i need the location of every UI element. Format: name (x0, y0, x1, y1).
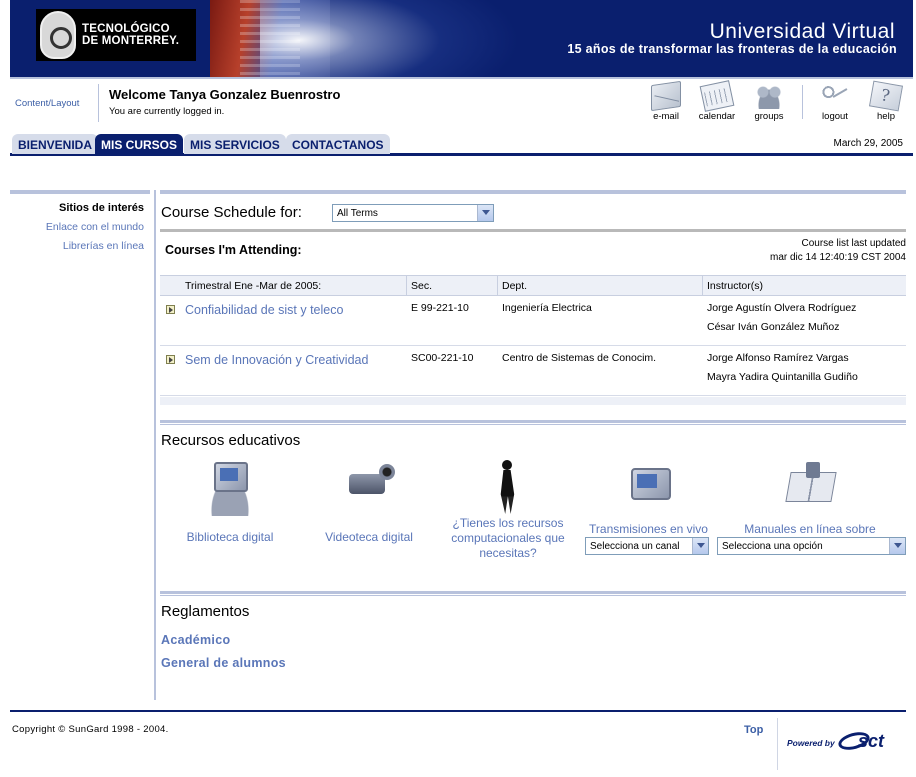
course-link[interactable]: Sem de Innovación y Creatividad (185, 353, 368, 367)
email-button[interactable]: e-mail (644, 80, 688, 122)
tab-bienvenida[interactable]: BIENVENIDA (12, 134, 99, 154)
divider (98, 84, 99, 122)
course-schedule-title: Course Schedule for: (161, 204, 302, 221)
instructor: Mayra Yadira Quintanilla Gudiño (707, 371, 858, 383)
logo-line-2: DE MONTERREY. (82, 35, 180, 47)
channel-select[interactable]: Selecciona un canal (585, 537, 709, 555)
divider (10, 190, 150, 194)
calendar-icon (699, 80, 735, 112)
play-icon[interactable] (166, 305, 175, 314)
instructor: Jorge Agustín Olvera Rodríguez (707, 302, 857, 314)
chevron-down-icon (692, 538, 708, 554)
current-date: March 29, 2005 (833, 138, 904, 149)
site-subtitle: 15 años de transformar las fronteras de … (567, 42, 897, 56)
powered-by: Powered by (787, 738, 835, 748)
table-footer (160, 397, 906, 405)
course-dept: Centro de Sistemas de Conocim. (502, 352, 657, 364)
sct-logo: sct (836, 729, 898, 753)
instructor: César Iván González Muñoz (707, 321, 840, 333)
welcome-message: Welcome Tanya Gonzalez Buenrostro (109, 87, 341, 102)
table-row: Sem de Innovación y Creatividad SC00-221… (160, 346, 906, 396)
divider (777, 718, 778, 770)
logo-line-1: TECNOLÓGICO (82, 23, 170, 35)
col-term: Trimestral Ene -Mar de 2005: (185, 280, 322, 292)
reglamentos-title: Reglamentos (161, 603, 250, 620)
tec-logo: TECNOLÓGICO DE MONTERREY. (36, 9, 196, 61)
course-dept: Ingeniería Electrica (502, 302, 592, 314)
logout-icon (820, 83, 850, 109)
user-bar: Content/Layout Welcome Tanya Gonzalez Bu… (10, 77, 913, 127)
manual-select[interactable]: Selecciona una opción (717, 537, 906, 555)
course-section: SC00-221-10 (411, 352, 474, 364)
col-section: Sec. (411, 280, 433, 292)
content-layout-link[interactable]: Content/Layout (15, 98, 79, 109)
header-banner: TECNOLÓGICO DE MONTERREY. Universidad Vi… (10, 0, 913, 77)
site-title: Universidad Virtual (709, 20, 895, 43)
divider (160, 190, 906, 194)
tv-icon (619, 460, 679, 516)
copyright: Copyright © SunGard 1998 - 2004. (12, 724, 169, 735)
reglamento-academico-link[interactable]: Académico (161, 633, 230, 647)
calendar-button[interactable]: calendar (695, 80, 739, 122)
divider (160, 420, 906, 425)
divider (10, 710, 906, 712)
col-dept: Dept. (502, 280, 528, 292)
divider (160, 591, 906, 596)
main-tabs: BIENVENIDA MIS CURSOS MIS SERVICIOS CONT… (10, 132, 913, 156)
sidebar-heading: Sitios de interés (59, 202, 144, 214)
recursos-title: Recursos educativos (161, 432, 301, 449)
divider (802, 85, 803, 119)
reglamento-alumnos-link[interactable]: General de alumnos (161, 656, 286, 670)
book-icon (780, 460, 840, 516)
email-icon (651, 80, 681, 112)
main-content: Course Schedule for: All Terms Courses I… (160, 190, 906, 670)
courses-attending-title: Courses I'm Attending: (165, 243, 302, 257)
chevron-down-icon (889, 538, 905, 554)
divider (160, 229, 906, 232)
instructor: Jorge Alfonso Ramírez Vargas (707, 352, 849, 364)
computer-icon (200, 460, 260, 516)
help-icon (868, 80, 904, 112)
manuales-label: Manuales en línea sobre (744, 522, 876, 536)
transmisiones-label: Transmisiones en vivo (589, 522, 708, 536)
col-instructors: Instructor(s) (707, 280, 764, 292)
groups-button[interactable]: groups (747, 83, 791, 122)
sidebar-link-enlace[interactable]: Enlace con el mundo (46, 221, 144, 233)
logout-button[interactable]: logout (813, 83, 857, 122)
sidebar: Sitios de interés Enlace con el mundo Li… (10, 190, 156, 700)
last-updated: Course list last updated mar dic 14 12:4… (769, 238, 906, 263)
top-link[interactable]: Top (744, 724, 763, 736)
light-rays (260, 0, 520, 77)
sidebar-link-librerias[interactable]: Librerías en línea (63, 240, 144, 252)
tab-contactanos[interactable]: CONTACTANOS (286, 134, 390, 154)
table-row: Confiabilidad de sist y teleco E 99-221-… (160, 296, 906, 346)
tab-mis-cursos[interactable]: MIS CURSOS (95, 134, 184, 154)
video-camera-icon (339, 460, 399, 516)
course-table-header: Trimestral Ene -Mar de 2005: Sec. Dept. … (160, 275, 906, 296)
play-icon[interactable] (166, 355, 175, 364)
videoteca-digital-link[interactable]: Videoteca digital (304, 460, 434, 545)
course-section: E 99-221-10 (411, 302, 469, 314)
course-link[interactable]: Confiabilidad de sist y teleco (185, 303, 343, 317)
person-icon (478, 460, 538, 516)
transmisiones-block: Transmisiones en vivo (581, 460, 716, 537)
groups-icon (754, 83, 784, 109)
term-select[interactable]: All Terms (332, 204, 494, 222)
biblioteca-digital-link[interactable]: Biblioteca digital (165, 460, 295, 545)
tab-mis-servicios[interactable]: MIS SERVICIOS (184, 134, 286, 154)
recursos-computacionales-link[interactable]: ¿Tienes los recursos computacionales que… (443, 460, 573, 561)
login-status: You are currently logged in. (109, 106, 225, 117)
chevron-down-icon (477, 205, 493, 221)
seal-icon (40, 11, 76, 59)
help-button[interactable]: help (864, 80, 908, 122)
manuales-block: Manuales en línea sobre (720, 460, 900, 537)
